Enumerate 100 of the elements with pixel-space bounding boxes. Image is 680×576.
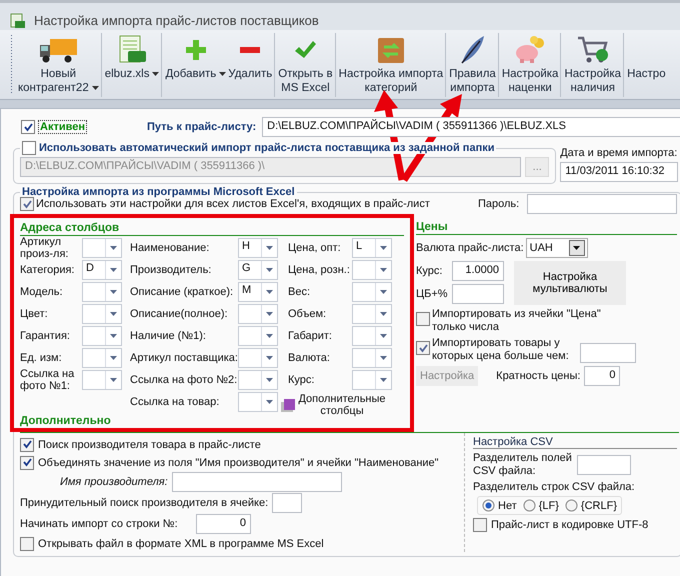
box-icon [376,35,406,65]
toolbar-button[interactable]: Открыть в MS Excel [277,33,336,97]
checkbox[interactable] [20,456,34,470]
utf8-label: Прайс-лист в кодировке UTF-8 [491,519,648,531]
section-title: Дополнительно [20,415,112,428]
option-label: Открывать файл в формате XML в программе MS Excel [38,538,324,550]
column-combo[interactable] [82,370,122,390]
dropdown-arrow-icon [266,268,273,272]
multicurrency-button[interactable]: Настройка мультивалюты [514,261,626,305]
column-combo[interactable] [82,238,122,258]
forced-search-field[interactable] [272,493,302,513]
currency-label: Валюта прайс-листа: [416,242,524,254]
checkbox[interactable] [20,536,34,550]
column-label: Ссылка на фото №1: [20,368,76,392]
dropdown-arrow-icon [266,356,273,360]
column-combo[interactable] [82,304,122,324]
dropdown-arrow-icon [380,334,387,338]
field-separator-label: Разделитель полей CSV файла: [473,452,573,478]
column-combo[interactable] [352,370,392,390]
column-combo[interactable]: H [238,238,278,258]
column-combo[interactable]: G [238,260,278,280]
column-combo[interactable] [352,304,392,324]
dropdown-arrow-icon [110,246,117,250]
column-combo[interactable] [82,282,122,302]
column-combo[interactable] [238,348,278,368]
toolbar-button[interactable]: elbuz.xls [104,33,162,97]
cart-icon [576,35,610,65]
dropdown-arrow-icon [380,268,387,272]
radio-option[interactable]: {CRLF} [564,499,617,512]
column-combo[interactable] [238,370,278,390]
toolbar-button[interactable]: Настройка импорта категорий [338,33,446,97]
column-combo[interactable]: M [238,282,278,302]
toolbar-button[interactable]: Настройка наценки [500,33,562,97]
toolbar-button[interactable]: Новый контрагент22 [17,33,102,97]
checkbox[interactable] [21,120,35,134]
min-price-field[interactable] [580,343,636,363]
column-label: Артикул поставщика: [130,352,238,364]
all-sheets-label: Использовать эти настройки для всех листов Excel'я, входящих в прайс-лист [36,198,431,210]
dropdown-arrow-icon [266,378,273,382]
column-combo[interactable] [352,326,392,346]
column-label: Ссылка на фото №2: [130,374,238,386]
start-row-field[interactable]: 0 [196,514,251,534]
column-combo[interactable] [82,326,122,346]
rate-field[interactable]: 1.0000 [452,261,504,281]
manufacturer-label: Имя производителя: [60,476,168,488]
column-label: Описание(полное): [130,308,229,320]
column-combo[interactable] [352,260,392,280]
column-label: Габарит: [288,330,333,342]
option-label: Поиск производителя товара в прайс-листе [38,438,261,450]
column-combo[interactable] [238,392,278,412]
checkbox[interactable] [416,341,430,355]
radio-option[interactable]: Нет [482,499,517,512]
column-combo[interactable] [82,348,122,368]
start-row-label: Начинать импорт со строки №: [20,518,179,530]
manufacturer-field[interactable] [172,472,342,492]
section-title: Адреса столбцов [20,221,404,236]
toolbar-button[interactable]: Правила импорта [448,33,499,97]
column-combo[interactable]: D [82,260,122,280]
column-combo[interactable] [238,304,278,324]
field-separator-field[interactable] [577,455,631,475]
column-combo[interactable] [352,348,392,368]
radio-icon [564,499,578,512]
path-field[interactable]: D:\ELBUZ.COM\ПРАЙСЫ\VADIM ( 355911366 )\ELBUZ.XLS [262,117,680,137]
toolbar-button[interactable]: Добавить [164,33,228,97]
currency-select[interactable]: UAH [526,238,588,258]
dropdown-arrow-icon [110,312,117,316]
column-label: Производитель: [130,264,212,276]
checkbox[interactable] [22,141,36,155]
checkbox[interactable] [20,438,34,452]
column-label: Наименование: [130,242,210,254]
checkbox[interactable] [473,518,487,532]
column-combo[interactable] [352,282,392,302]
checkbox[interactable] [20,197,34,211]
password-field[interactable] [527,194,678,214]
radio-option[interactable]: {LF} [522,499,559,512]
column-label: Ед. изм: [20,352,63,364]
checkbox[interactable] [416,312,430,326]
caret-icon [219,72,226,76]
price-multiple-field[interactable]: 0 [584,366,620,386]
column-label: Категория: [20,264,76,276]
columns-icon [280,397,296,413]
column-combo[interactable] [238,326,278,346]
toolbar-button[interactable]: Удалить [227,33,276,97]
toolbar-grip-icon[interactable] [10,35,13,95]
toolbar-button[interactable]: Настройка наличия [563,33,624,97]
dropdown-arrow-icon [380,378,387,382]
cb-field[interactable] [452,284,504,304]
date-field[interactable]: 11/03/2011 16:10:32 [560,162,678,182]
toolbar-button[interactable]: Настро [626,33,667,97]
column-label: Цена, розн.: [288,264,351,276]
dropdown-arrow-icon [266,290,273,294]
column-label: Модель: [20,286,64,298]
price-multiple-label: Кратность цены: [496,370,580,382]
cb-label: ЦБ+% [416,288,449,300]
column-label: Курс: [288,374,316,386]
extra-columns-link[interactable]: Дополнительные столбцы [298,393,386,417]
dropdown-arrow-icon [380,356,387,360]
column-combo[interactable]: L [352,238,392,258]
dropdown-arrow-icon [380,290,387,294]
min-price-label: Импортировать товары у которых цена больше чем: [432,337,570,363]
